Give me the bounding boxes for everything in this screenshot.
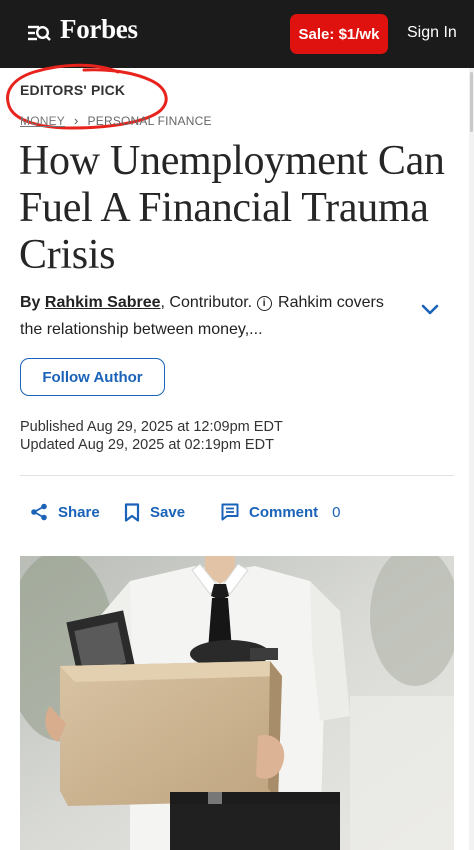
hero-image	[20, 556, 454, 850]
share-label: Share	[58, 503, 100, 521]
byline: By Rahkim Sabree, Contributor. i Rahkim …	[20, 289, 400, 343]
save-button[interactable]: Save	[124, 503, 185, 522]
info-icon[interactable]: i	[256, 296, 272, 311]
forbes-logo[interactable]: Forbes	[60, 14, 138, 45]
published-date: Published Aug 29, 2025 at 12:09pm EDT	[20, 419, 283, 435]
article-actions: Share Save Comment 0	[0, 503, 474, 529]
chevron-right-icon: ›	[74, 113, 79, 128]
comment-count: 0	[332, 503, 341, 521]
menu-search-icon[interactable]	[27, 22, 51, 46]
save-label: Save	[150, 504, 186, 521]
share-icon	[31, 503, 47, 521]
sale-button[interactable]: Sale: $1/wk	[290, 14, 388, 54]
breadcrumb: MONEY › PERSONAL FINANCE	[20, 113, 212, 128]
breadcrumb-personal-finance[interactable]: PERSONAL FINANCE	[88, 114, 212, 128]
follow-author-button[interactable]: Follow Author	[20, 358, 165, 396]
author-role: , Contributor.	[160, 294, 253, 311]
article-dates: Published Aug 29, 2025 at 12:09pm EDT Up…	[20, 418, 283, 454]
comment-button[interactable]: Comment 0	[221, 503, 341, 521]
share-button[interactable]: Share	[30, 503, 100, 521]
person-holding-cardboard-box-illustration	[20, 556, 454, 850]
comment-icon	[221, 503, 239, 521]
updated-date: Updated Aug 29, 2025 at 02:19pm EDT	[20, 437, 274, 453]
divider	[20, 475, 454, 476]
breadcrumb-money[interactable]: MONEY	[20, 114, 65, 128]
chevron-down-icon[interactable]	[420, 302, 440, 316]
editors-pick-label: EDITORS' PICK	[20, 82, 126, 98]
top-nav-bar: Forbes Sale: $1/wk Sign In	[0, 0, 474, 68]
sign-in-link[interactable]: Sign In	[407, 24, 457, 42]
author-link[interactable]: Rahkim Sabree	[45, 294, 161, 311]
comment-label: Comment	[249, 503, 319, 521]
byline-by: By	[20, 294, 41, 311]
article-headline: How Unemployment Can Fuel A Financial Tr…	[19, 138, 445, 278]
bookmark-icon	[124, 503, 140, 522]
scrollbar-thumb[interactable]	[470, 72, 473, 132]
scrollbar[interactable]	[469, 68, 474, 850]
